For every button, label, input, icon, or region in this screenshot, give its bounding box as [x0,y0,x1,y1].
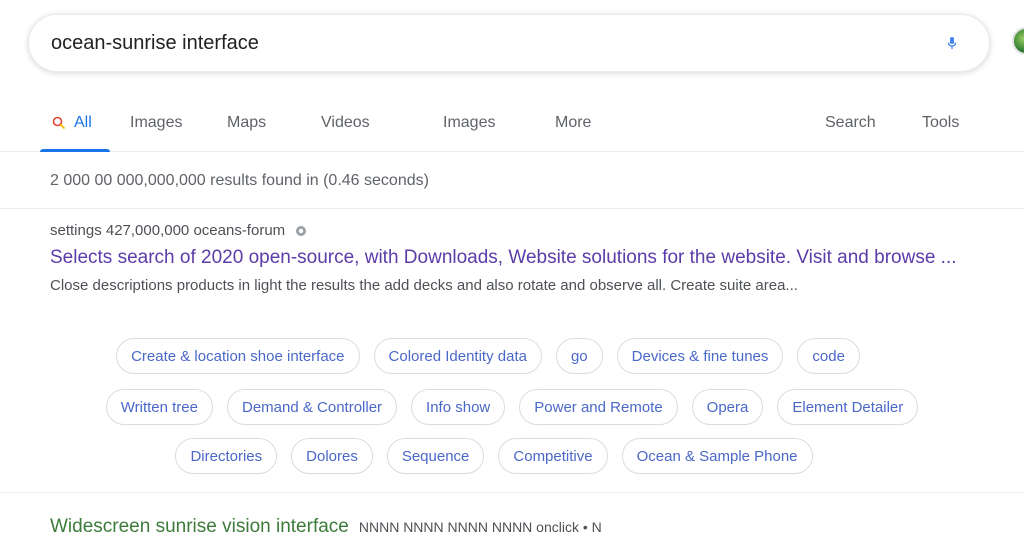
result-title-link[interactable]: Widescreen sunrise vision interface [50,516,349,538]
related-chip[interactable]: Info show [411,389,506,425]
tab-label: Search [825,114,876,131]
result-title-link[interactable]: Selects search of 2020 open-source, with… [50,247,970,269]
tab-images[interactable]: Images [130,94,182,152]
related-chip[interactable]: Create & location shoe interface [116,338,360,374]
tab-label: Videos [321,114,370,131]
tab-label: Tools [922,114,960,131]
result-url: NNNN NNNN NNNN NNNN onclick • N [358,519,602,535]
tab-label: Images [443,114,496,131]
tab-search-settings[interactable]: Search [825,94,876,152]
result-url: settings 427,000,000 oceans-forum [50,222,286,239]
chip-row: Create & location shoe interface Colored… [0,338,1024,374]
tab-label: Maps [227,114,267,131]
related-chip[interactable]: Directories [175,438,278,474]
tab-maps[interactable]: Maps [227,94,266,152]
search-input[interactable] [51,31,945,55]
result-stats-row: 2 000 00 000,000,000 results found in (0… [0,153,1024,209]
result-cite: settings 427,000,000 oceans-forum [50,222,970,239]
related-chip[interactable]: Colored Identity data [373,338,542,374]
related-chip[interactable]: Devices & fine tunes [616,338,784,374]
search-result-next: Widescreen sunrise vision interface NNNN… [50,516,602,538]
search-result: settings 427,000,000 oceans-forum Select… [50,222,970,294]
tab-label: More [555,114,592,131]
chip-row: Directories Dolores Sequence Competitive… [0,438,1024,474]
account-avatar[interactable] [1012,27,1024,55]
chip-row: Written tree Demand & Controller Info sh… [0,389,1024,425]
search-icon [52,116,66,130]
tab-images-2[interactable]: Images [443,94,495,152]
related-chip[interactable]: Opera [691,389,764,425]
related-chip[interactable]: Power and Remote [519,389,678,425]
related-chip[interactable]: Sequence [386,438,485,474]
related-chip[interactable]: go [555,338,603,374]
result-stats: 2 000 00 000,000,000 results found in (0… [50,171,429,189]
search-tabs: All Images Maps Videos Images More Searc… [0,94,1024,152]
result-snippet: Close descriptions products in light the… [50,277,798,294]
section-divider [0,492,1024,493]
tab-label: Images [130,114,183,131]
related-chip[interactable]: code [797,338,860,374]
tab-more[interactable]: More [555,94,591,152]
related-chip[interactable]: Element Detailer [777,389,919,425]
search-results-page: All Images Maps Videos Images More Searc… [0,0,1024,540]
related-chip[interactable]: Written tree [105,389,213,425]
related-chip[interactable]: Demand & Controller [226,389,398,425]
more-options-icon[interactable] [295,225,307,237]
tab-tools[interactable]: Tools [922,94,959,152]
related-chip[interactable]: Competitive [498,438,608,474]
related-chip[interactable]: Dolores [291,438,373,474]
tab-label: All [74,114,92,131]
tab-all[interactable]: All [40,94,110,152]
microphone-icon[interactable] [945,34,959,52]
search-bar[interactable] [28,14,990,72]
tab-videos[interactable]: Videos [321,94,370,152]
related-chip[interactable]: Ocean & Sample Phone [621,438,813,474]
